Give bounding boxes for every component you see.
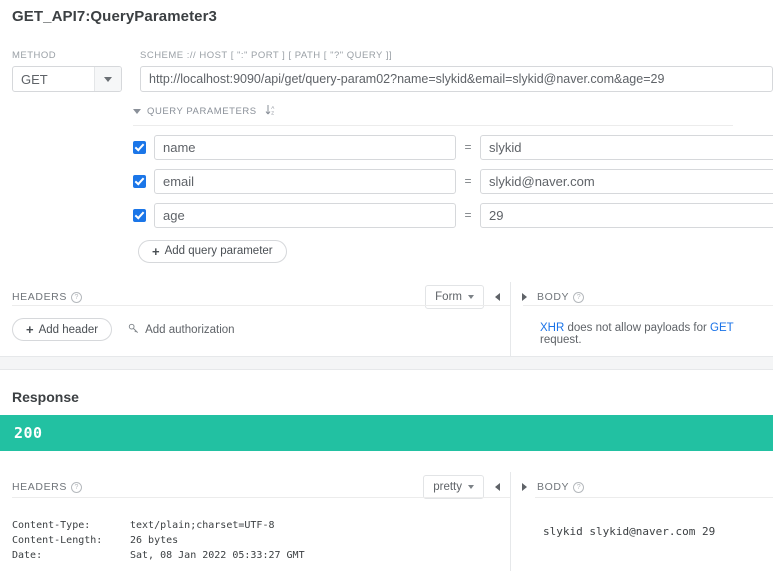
request-headers-titlebar: HEADERS ? Form (0, 282, 510, 312)
chevron-down-icon (133, 108, 141, 114)
chevron-down-icon (468, 295, 474, 299)
response-headers-underline (12, 497, 510, 498)
plus-icon: + (26, 322, 34, 337)
add-header-label: Add header (38, 323, 99, 336)
request-headers-actions: + Add header Add authorization (12, 318, 235, 341)
response-body-label: BODY (537, 481, 570, 493)
response-headers-label: HEADERS (12, 481, 67, 493)
help-circle-icon[interactable]: ? (573, 291, 585, 303)
triangle-left-icon (494, 483, 500, 491)
request-headers-label: HEADERS (12, 291, 67, 303)
header-key: Content-Length: (12, 535, 103, 546)
collapse-left-button[interactable] (484, 293, 510, 301)
response-status-bar: 200 (0, 415, 773, 451)
response-title: Response (12, 389, 79, 405)
add-authorization-button[interactable]: Add authorization (128, 323, 235, 337)
response-body-format-select[interactable]: pretty (423, 475, 484, 499)
request-headers-underline (12, 305, 510, 306)
xhr-link[interactable]: XHR (540, 322, 564, 334)
query-parameters-header[interactable]: QUERY PARAMETERS A Z (133, 104, 733, 126)
url-field-group: SCHEME :// HOST [ ":" PORT ] [ PATH [ "?… (140, 50, 773, 92)
query-parameter-key-input[interactable]: age (154, 202, 456, 228)
request-body-format-value: Form (435, 291, 462, 303)
request-body-label: BODY (537, 291, 570, 303)
table-row: Content-Length: 26 bytes (12, 533, 305, 548)
query-parameter-value-input[interactable]: slykid (480, 134, 773, 160)
triangle-right-icon (521, 293, 527, 301)
url-input[interactable]: http://localhost:9090/api/get/query-para… (140, 66, 773, 92)
response-body-format-value: pretty (433, 481, 462, 493)
query-parameter-key-input[interactable]: email (154, 168, 456, 194)
sort-az-icon[interactable]: A Z (265, 104, 276, 119)
triangle-right-icon (521, 483, 527, 491)
collapse-right-button[interactable] (511, 483, 537, 491)
query-parameter-key-input[interactable]: name (154, 134, 456, 160)
header-value: text/plain;charset=UTF-8 (130, 520, 275, 531)
equals-sign: = (464, 208, 472, 222)
plus-icon: + (152, 243, 160, 259)
header-key: Content-Type: (12, 520, 91, 531)
request-body-note-suffix: request. (540, 334, 582, 346)
method-select[interactable]: GET (12, 66, 122, 92)
method-dropdown-button[interactable] (94, 67, 121, 91)
help-circle-icon[interactable]: ? (70, 481, 82, 493)
url-label: SCHEME :// HOST [ ":" PORT ] [ PATH [ "?… (140, 50, 393, 61)
svg-text:A: A (271, 105, 275, 110)
triangle-left-icon (494, 293, 500, 301)
add-query-parameter-button[interactable]: + Add query parameter (138, 239, 287, 263)
help-circle-icon[interactable]: ? (70, 291, 82, 303)
header-key: Date: (12, 550, 43, 561)
query-parameters-label: QUERY PARAMETERS (147, 105, 257, 117)
help-circle-icon[interactable]: ? (573, 481, 585, 493)
request-body-underline (523, 305, 773, 306)
method-label: METHOD (12, 50, 57, 61)
header-value: 26 bytes (130, 535, 179, 546)
add-authorization-label: Add authorization (145, 323, 235, 336)
method-select-value: GET (21, 71, 48, 87)
query-parameter-value-input[interactable]: 29 (480, 202, 773, 228)
svg-text:Z: Z (271, 111, 274, 116)
add-header-button[interactable]: + Add header (12, 318, 113, 341)
table-row: Content-Type: text/plain;charset=UTF-8 (12, 518, 305, 533)
equals-sign: = (464, 174, 472, 188)
query-parameter-enabled-checkbox[interactable] (133, 208, 146, 222)
header-value: Sat, 08 Jan 2022 05:33:27 GMT (130, 550, 305, 561)
chevron-down-icon (104, 76, 112, 82)
equals-sign: = (464, 140, 472, 154)
get-link[interactable]: GET (710, 322, 733, 334)
request-body-note: XHR does not allow payloads for GET requ… (540, 322, 773, 346)
chevron-down-icon (468, 485, 474, 489)
query-parameter-row: email = slykid@naver.com (133, 168, 773, 194)
query-parameters-section: QUERY PARAMETERS A Z name = slykid email… (133, 104, 773, 263)
method-field-group: METHOD GET (12, 50, 122, 92)
response-headers-table: Content-Type: text/plain;charset=UTF-8 C… (12, 518, 305, 563)
response-body-content: slykid slykid@naver.com 29 (543, 525, 716, 538)
add-query-parameter-label: Add query parameter (164, 245, 273, 257)
rest-client-window: GET_API7:QueryParameter3 METHOD GET SCHE… (0, 0, 773, 571)
query-parameter-enabled-checkbox[interactable] (133, 174, 146, 188)
status-code: 200 (14, 424, 43, 442)
request-title: GET_API7:QueryParameter3 (12, 8, 217, 25)
query-parameter-enabled-checkbox[interactable] (133, 140, 146, 154)
query-parameter-row: name = slykid (133, 134, 773, 160)
key-icon (128, 323, 139, 337)
query-parameter-value-input[interactable]: slykid@naver.com (480, 168, 773, 194)
collapse-left-button[interactable] (484, 483, 510, 491)
response-body-underline (535, 497, 773, 498)
table-row: Date: Sat, 08 Jan 2022 05:33:27 GMT (12, 548, 305, 563)
response-separator (0, 356, 773, 370)
request-body-titlebar: BODY ? (511, 282, 773, 312)
collapse-right-button[interactable] (511, 293, 537, 301)
request-body-note-middle: does not allow payloads for (564, 322, 711, 334)
query-parameter-row: age = 29 (133, 202, 773, 228)
